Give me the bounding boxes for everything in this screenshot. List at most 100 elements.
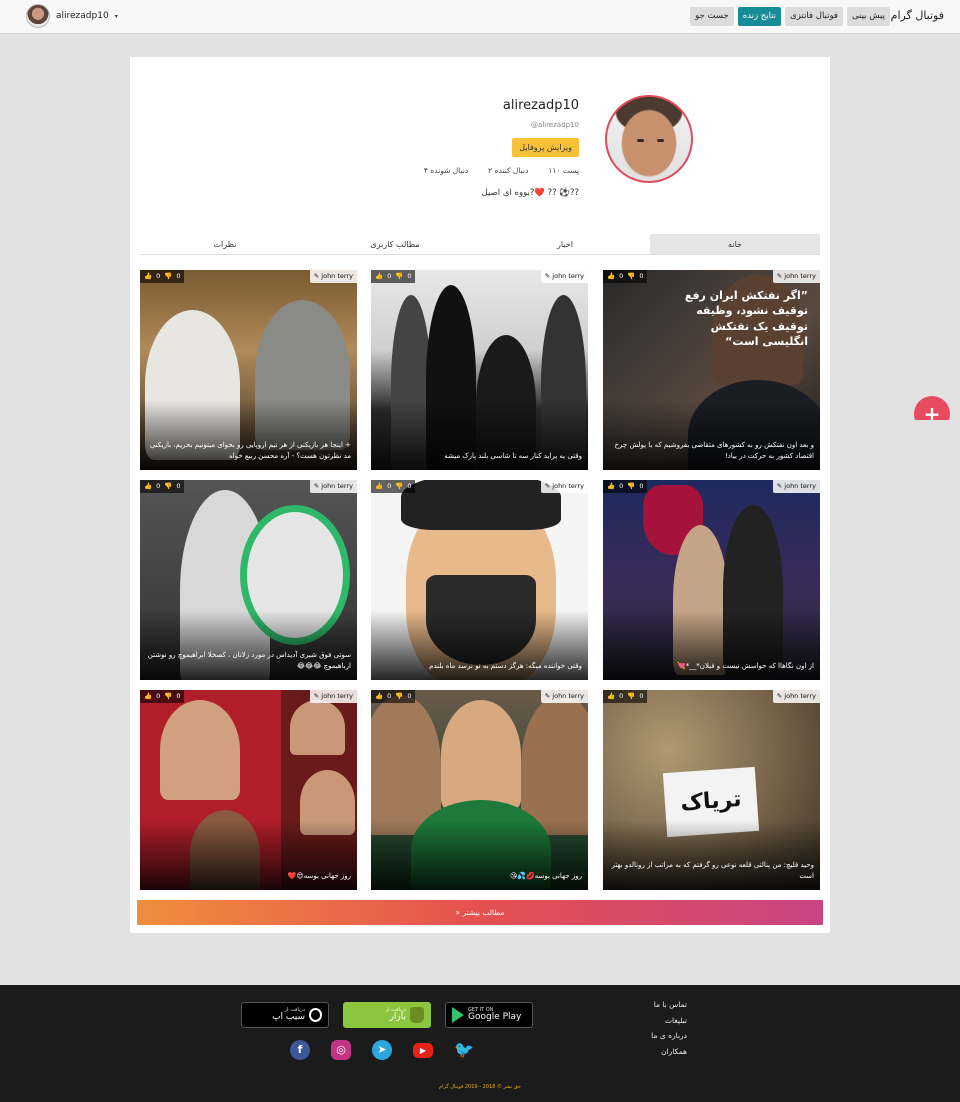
post-likes[interactable]: 👍 0 👎 0 [371, 270, 416, 283]
edit-profile-button[interactable]: ویرایش پروفایل [512, 138, 579, 157]
post-card[interactable]: تریاک ✎ john terry 👍 0 👎 0 وحید قلیچ: من پن… [603, 690, 820, 890]
post-card[interactable]: ”اگر نفتکش ایران رفع توقیف نشود، وظیفه ت… [603, 270, 820, 470]
tab-news[interactable]: اخبار [480, 234, 650, 254]
twitter-icon[interactable]: 🐦 [454, 1040, 474, 1060]
top-navbar: فوتبال گرام پیش بینی فوتبال فانتزی نتایج… [0, 0, 960, 34]
post-author[interactable]: ✎ john terry [309, 270, 357, 283]
google-play-badge[interactable]: GET IT ON Google Play [445, 1002, 533, 1028]
telegram-icon[interactable]: ➤ [372, 1040, 392, 1060]
post-caption: و بعد اون نفتکش رو به کشورهای متقاضی بفر… [614, 440, 814, 461]
footer-link-about[interactable]: درباره ی ما [651, 1028, 687, 1044]
post-author-name: john terry [552, 272, 584, 280]
bazaar-badge[interactable]: دریافت از بازار [343, 1002, 431, 1028]
facebook-icon[interactable]: f [290, 1040, 310, 1060]
instagram-icon[interactable]: ◎ [331, 1040, 351, 1060]
tab-user-posts[interactable]: مطالب کاربری [310, 234, 480, 254]
post-likes[interactable]: 👍 0 👎 0 [371, 690, 416, 703]
dislike-icon: 👎 [164, 272, 173, 280]
post-card[interactable]: ✎ john terry 👍 0 👎 0 از اون نگاهاا که حواسش… [603, 480, 820, 680]
footer: تماس با ما تبلیغات درباره ی ما همکاران G… [0, 985, 960, 1102]
badge-large-text: Google Play [468, 1011, 522, 1022]
dislike-icon: 👎 [164, 482, 173, 490]
stat-following[interactable]: ۴ دنبال شونده [424, 166, 468, 175]
dislike-count: 0 [407, 482, 412, 490]
post-card[interactable]: ✎ john terry 👍 0 👎 0 وقتی یه پراید کنار سه … [371, 270, 588, 470]
post-author-name: john terry [552, 482, 584, 490]
nav-prediction-button[interactable]: پیش بینی [846, 7, 890, 26]
chevron-down-icon[interactable]: ▾ [115, 13, 118, 20]
profile-card: alirezadp10 @alirezadp10 ویرایش پروفایل … [130, 57, 830, 933]
stat-posts[interactable]: ۱۱۰ پست [548, 166, 579, 175]
post-caption: روز جهانی بوسه💋💦😘 [510, 872, 582, 881]
dislike-count: 0 [176, 692, 181, 700]
user-menu[interactable]: alirezadp10 ▾ [26, 4, 118, 28]
tab-home[interactable]: خانه [650, 234, 820, 254]
post-card[interactable]: ✎ john terry 👍 0 👎 0 روز جهانی بوسه💋💦😘 [371, 690, 588, 890]
post-caption: از اون نگاهاا که حواسش نیست و فیلان*__*💘 [677, 662, 814, 671]
like-icon: 👍 [607, 692, 616, 700]
plus-icon[interactable]: + [914, 396, 950, 420]
post-author-name: john terry [321, 482, 353, 490]
post-likes[interactable]: 👍 0 👎 0 [603, 270, 648, 283]
dislike-count: 0 [407, 692, 412, 700]
like-icon: 👍 [144, 482, 153, 490]
copyright: حق نشر © 2018 - 2019 فوتبال گرام [439, 1084, 521, 1090]
post-card[interactable]: ✎ john terry 👍 0 👎 0 + اینجا هر بازیکنی از … [140, 270, 357, 470]
post-likes[interactable]: 👍 0 👎 0 [371, 480, 416, 493]
dislike-icon: 👎 [164, 692, 173, 700]
bazaar-bag-icon [410, 1007, 424, 1023]
post-likes[interactable]: 👍 0 👎 0 [140, 480, 185, 493]
post-likes[interactable]: 👍 0 👎 0 [603, 480, 648, 493]
tab-comments[interactable]: نظرات [140, 234, 310, 254]
like-icon: 👍 [375, 692, 384, 700]
post-card[interactable]: ✎ john terry 👍 0 👎 0 روز جهانی بوسه😍❤️ [140, 690, 357, 890]
post-author[interactable]: ✎ john terry [540, 270, 588, 283]
post-likes[interactable]: 👍 0 👎 0 [140, 270, 185, 283]
nav-buttons: پیش بینی فوتبال فانتزی نتایج زنده جست جو [690, 7, 890, 26]
post-likes[interactable]: 👍 0 👎 0 [603, 690, 648, 703]
brand-title[interactable]: فوتبال گرام [891, 9, 944, 22]
like-icon: 👍 [144, 272, 153, 280]
dislike-count: 0 [407, 272, 412, 280]
post-author[interactable]: ✎ john terry [309, 690, 357, 703]
post-author[interactable]: ✎ john terry [772, 690, 820, 703]
add-post-button[interactable]: + [914, 396, 950, 420]
post-author[interactable]: ✎ john terry [772, 480, 820, 493]
post-author-name: john terry [784, 692, 816, 700]
profile-tabs: خانه اخبار مطالب کاربری نظرات [140, 234, 820, 255]
post-caption: وحید قلیچ: من پنالتی قلعه نوعی رو گرفتم … [611, 860, 814, 881]
dislike-count: 0 [176, 272, 181, 280]
post-author[interactable]: ✎ john terry [772, 270, 820, 283]
nav-live-results-button[interactable]: نتایج زنده [737, 7, 782, 26]
like-count: 0 [619, 482, 624, 490]
like-count: 0 [156, 272, 161, 280]
dislike-icon: 👎 [627, 482, 636, 490]
profile-bio: یووه ای اصیل?❤️ ?? ⚽️?? [481, 188, 579, 198]
sibapp-badge[interactable]: دریافت از سیب اپ [241, 1002, 329, 1028]
post-card[interactable]: ✎ john terry 👍 0 👎 0 وقتی خواننده میگه: هرگ… [371, 480, 588, 680]
footer-link-partners[interactable]: همکاران [651, 1044, 687, 1060]
youtube-icon[interactable]: ▶ [413, 1043, 433, 1058]
post-author[interactable]: ✎ john terry [309, 480, 357, 493]
stat-followers[interactable]: ۲ دنبال کننده [488, 166, 528, 175]
dislike-count: 0 [639, 482, 644, 490]
dislike-count: 0 [639, 692, 644, 700]
post-author-name: john terry [321, 692, 353, 700]
user-menu-name[interactable]: alirezadp10 [56, 11, 109, 21]
post-author[interactable]: ✎ john terry [540, 480, 588, 493]
load-more-button[interactable]: » مطالب بیشتر [137, 900, 823, 925]
avatar[interactable] [26, 4, 50, 28]
post-likes[interactable]: 👍 0 👎 0 [140, 690, 185, 703]
dislike-icon: 👎 [395, 272, 404, 280]
footer-link-ads[interactable]: تبلیغات [651, 1013, 687, 1029]
dislike-icon: 👎 [395, 692, 404, 700]
like-count: 0 [387, 482, 392, 490]
dislike-icon: 👎 [627, 272, 636, 280]
post-author[interactable]: ✎ john terry [540, 690, 588, 703]
footer-link-contact[interactable]: تماس با ما [651, 997, 687, 1013]
post-card[interactable]: ✎ john terry 👍 0 👎 0 سوتی فوق شیری آدیداس د… [140, 480, 357, 680]
like-count: 0 [387, 272, 392, 280]
nav-fantasy-button[interactable]: فوتبال فانتزی [785, 7, 843, 26]
nav-search-button[interactable]: جست جو [690, 7, 734, 26]
dislike-icon: 👎 [627, 692, 636, 700]
